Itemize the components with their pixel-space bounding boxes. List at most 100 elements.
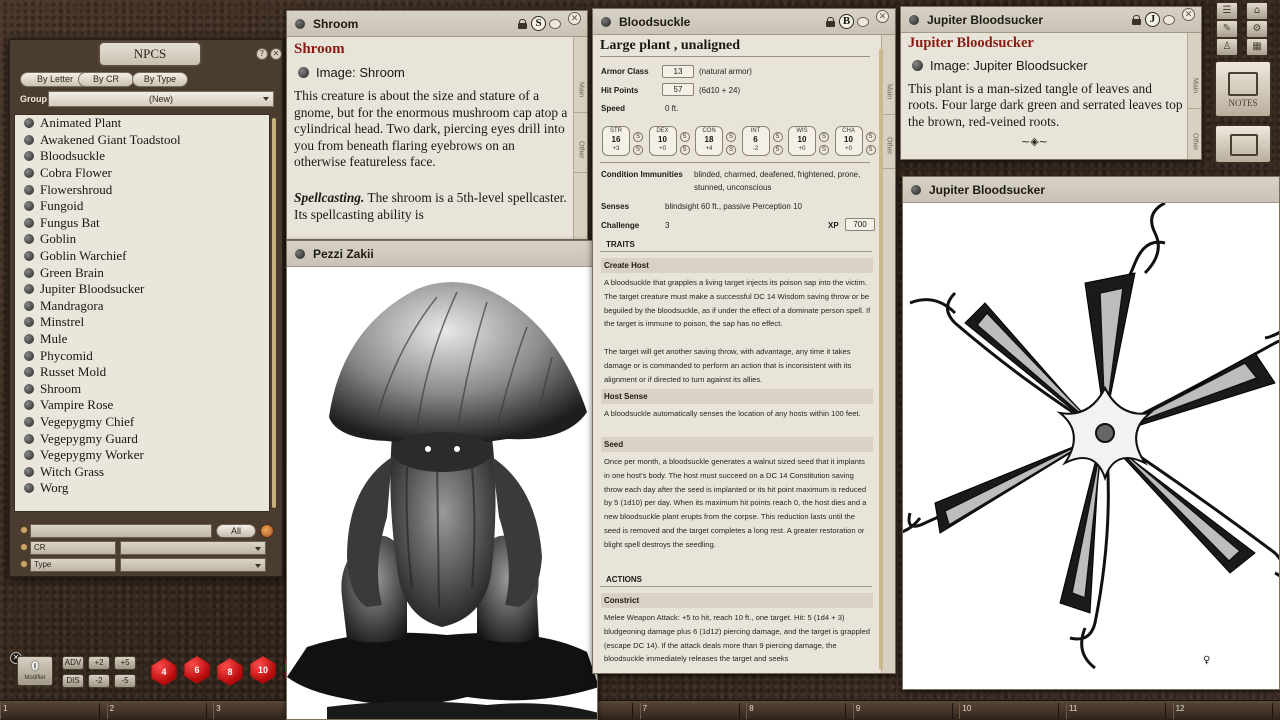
trait-create-host-name[interactable]: Create Host xyxy=(601,258,873,273)
tab-main[interactable]: Main xyxy=(574,67,588,113)
saving-throw-toggle[interactable]: S xyxy=(819,145,829,155)
image-link[interactable]: Image: Shroom xyxy=(298,65,405,80)
npc-list-item[interactable]: Cobra Flower xyxy=(15,165,269,182)
npc-link-icon[interactable] xyxy=(24,251,34,261)
action-constrict-name[interactable]: Constrict xyxy=(601,593,873,608)
tab-other[interactable]: Other xyxy=(574,127,588,173)
npc-list-item[interactable]: Flowershroud xyxy=(15,181,269,198)
saving-throw-toggle[interactable]: S xyxy=(773,132,783,142)
tab-main[interactable]: Main xyxy=(1188,63,1202,109)
hotbar-slot[interactable]: 12 xyxy=(1173,703,1273,719)
saving-throw-toggle[interactable]: S xyxy=(819,132,829,142)
npc-list-item[interactable]: Vampire Rose xyxy=(15,397,269,414)
npc-link-icon[interactable] xyxy=(24,234,34,244)
npc-link-icon[interactable] xyxy=(24,317,34,327)
window-titlebar[interactable]: Pezzi Zakii xyxy=(287,241,597,267)
saving-throw-toggle[interactable]: S xyxy=(633,145,643,155)
group-select[interactable]: (New) xyxy=(48,91,274,107)
npc-list-item[interactable]: Goblin xyxy=(15,231,269,248)
npc-list-item[interactable]: Russet Mold xyxy=(15,364,269,381)
npc-list-item[interactable]: Minstrel xyxy=(15,314,269,331)
npc-link-icon[interactable] xyxy=(24,334,34,344)
hotbar-slot[interactable]: 2 xyxy=(107,703,207,719)
trait-host-sense-name[interactable]: Host Sense xyxy=(601,389,873,404)
npc-list-item[interactable]: Witch Grass xyxy=(15,463,269,480)
hotbar-slot[interactable]: 1 xyxy=(0,703,100,719)
window-titlebar[interactable]: Bloodsuckle B ✕ xyxy=(593,9,895,35)
xp-field[interactable]: 700 xyxy=(845,218,875,231)
letter-badge-icon[interactable]: B xyxy=(839,14,854,29)
npc-list-item[interactable]: Bloodsuckle xyxy=(15,148,269,165)
hotbar-slot[interactable]: 8 xyxy=(746,703,846,719)
speed-field[interactable]: 0 ft. xyxy=(665,104,678,113)
tab-other[interactable]: Other xyxy=(1188,119,1202,160)
npc-list-item[interactable]: Awakened Giant Toadstool xyxy=(15,132,269,149)
filter-by-type-button[interactable]: By Type xyxy=(132,72,188,87)
image-link[interactable]: Image: Jupiter Bloodsucker xyxy=(912,58,1088,73)
npc-link-icon[interactable] xyxy=(24,135,34,145)
hotbar-slot[interactable]: 7 xyxy=(640,703,740,719)
npc-link-icon[interactable] xyxy=(24,450,34,460)
close-icon[interactable]: ✕ xyxy=(270,48,282,60)
lock-icon[interactable] xyxy=(1132,15,1141,25)
npc-list-item[interactable]: Shroom xyxy=(15,381,269,398)
saving-throw-toggle[interactable]: S xyxy=(680,145,690,155)
saving-throw-toggle[interactable]: S xyxy=(726,145,736,155)
tab-other[interactable]: Other xyxy=(882,123,896,169)
d10-die-icon[interactable]: 10 xyxy=(249,656,277,684)
armor-class-field[interactable]: 13 xyxy=(662,65,694,78)
npc-list-item[interactable]: Vegepygmy Chief xyxy=(15,414,269,431)
npc-link-icon[interactable] xyxy=(24,218,34,228)
npc-link-icon[interactable] xyxy=(24,301,34,311)
npc-list-item[interactable]: Vegepygmy Guard xyxy=(15,430,269,447)
saving-throw-toggle[interactable]: S xyxy=(866,132,876,142)
lock-icon[interactable] xyxy=(826,17,835,27)
ability-cha-box[interactable]: CHA10+0 xyxy=(835,126,863,156)
modifier-box[interactable]: 0 Modifier xyxy=(17,656,53,686)
name-filter-input[interactable] xyxy=(30,524,212,538)
npc-link-icon[interactable] xyxy=(24,417,34,427)
npc-link-icon[interactable] xyxy=(24,351,34,361)
saving-throw-toggle[interactable]: S xyxy=(773,145,783,155)
npc-list-scrollbar[interactable] xyxy=(272,118,276,508)
toolbar-options-button[interactable]: ☰ xyxy=(1216,2,1238,20)
npc-link-icon[interactable] xyxy=(24,284,34,294)
window-titlebar[interactable]: Jupiter Bloodsucker xyxy=(903,177,1279,203)
filter-by-cr-button[interactable]: By CR xyxy=(78,72,134,87)
challenge-field[interactable]: 3 xyxy=(665,221,669,230)
plus2-button[interactable]: +2 xyxy=(88,656,110,670)
ability-str-box[interactable]: STR16+3 xyxy=(602,126,630,156)
saving-throw-toggle[interactable]: S xyxy=(866,145,876,155)
npc-list-item[interactable]: Fungus Bat xyxy=(15,215,269,232)
cr-filter-select[interactable] xyxy=(120,541,266,555)
npc-link-icon[interactable] xyxy=(24,168,34,178)
ability-dex-box[interactable]: DEX10+0 xyxy=(649,126,677,156)
npc-list-item[interactable]: Mule xyxy=(15,331,269,348)
window-titlebar[interactable]: Jupiter Bloodsucker J ✕ xyxy=(901,7,1201,33)
chat-bubble-icon[interactable] xyxy=(857,17,869,27)
help-icon[interactable]: ? xyxy=(256,48,268,60)
npc-list-item[interactable]: Vegepygmy Worker xyxy=(15,447,269,464)
toolbar-grid-button[interactable]: ▦ xyxy=(1246,38,1268,56)
chat-bubble-icon[interactable] xyxy=(549,19,561,29)
d8-die-icon[interactable]: 8 xyxy=(216,658,244,686)
npc-link-icon[interactable] xyxy=(24,367,34,377)
lock-icon[interactable] xyxy=(518,19,527,29)
letter-badge-icon[interactable]: S xyxy=(531,16,546,31)
adv-button[interactable]: ADV xyxy=(62,656,84,670)
ability-int-box[interactable]: INT6-2 xyxy=(742,126,770,156)
npc-link-icon[interactable] xyxy=(24,268,34,278)
toolbar-settings-button[interactable]: ⚙ xyxy=(1246,20,1268,38)
statblock-scrollbar[interactable] xyxy=(879,49,883,669)
npc-link-icon[interactable] xyxy=(24,400,34,410)
edit-list-icon[interactable] xyxy=(260,524,274,538)
npc-list-item[interactable]: Animated Plant xyxy=(15,115,269,132)
close-icon[interactable]: ✕ xyxy=(568,12,581,25)
trait-seed-name[interactable]: Seed xyxy=(601,437,873,452)
toolbar-chat-button[interactable]: ✎ xyxy=(1216,20,1238,38)
d4-die-icon[interactable]: 4 xyxy=(150,658,178,686)
hotbar-slot[interactable]: 11 xyxy=(1066,703,1166,719)
notes-button[interactable]: NOTES xyxy=(1214,60,1272,118)
npc-list-item[interactable]: Green Brain xyxy=(15,264,269,281)
toolbar-map-button[interactable]: ⌂ xyxy=(1246,2,1268,20)
